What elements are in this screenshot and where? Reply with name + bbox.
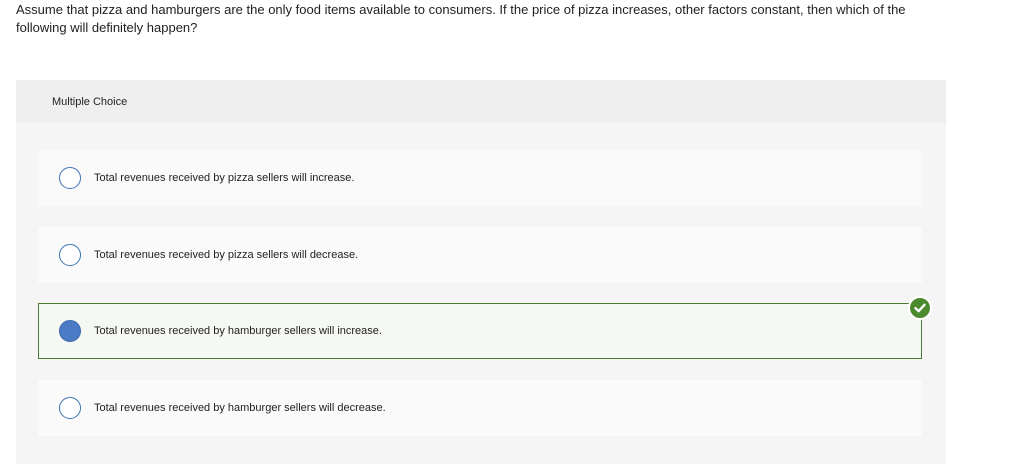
radio-button-icon[interactable] [59, 244, 81, 266]
answer-option-3[interactable]: Total revenues received by hamburger sel… [38, 303, 922, 359]
multiple-choice-panel: Multiple Choice Total revenues received … [16, 80, 946, 464]
answer-option-2[interactable]: Total revenues received by pizza sellers… [38, 227, 922, 283]
radio-button-icon[interactable] [59, 167, 81, 189]
answer-option-1[interactable]: Total revenues received by pizza sellers… [38, 150, 922, 206]
answer-option-4[interactable]: Total revenues received by hamburger sel… [38, 380, 922, 436]
radio-button-selected-icon[interactable] [59, 320, 81, 342]
answer-option-label: Total revenues received by hamburger sel… [94, 325, 382, 337]
checkmark-icon [908, 296, 932, 320]
panel-header: Multiple Choice [16, 80, 946, 123]
question-text: Assume that pizza and hamburgers are the… [16, 2, 906, 35]
panel-title: Multiple Choice [52, 95, 128, 108]
radio-button-icon[interactable] [59, 397, 81, 419]
answer-option-label: Total revenues received by pizza sellers… [94, 249, 359, 261]
answer-option-label: Total revenues received by hamburger sel… [94, 402, 386, 414]
answer-option-label: Total revenues received by pizza sellers… [94, 172, 355, 184]
